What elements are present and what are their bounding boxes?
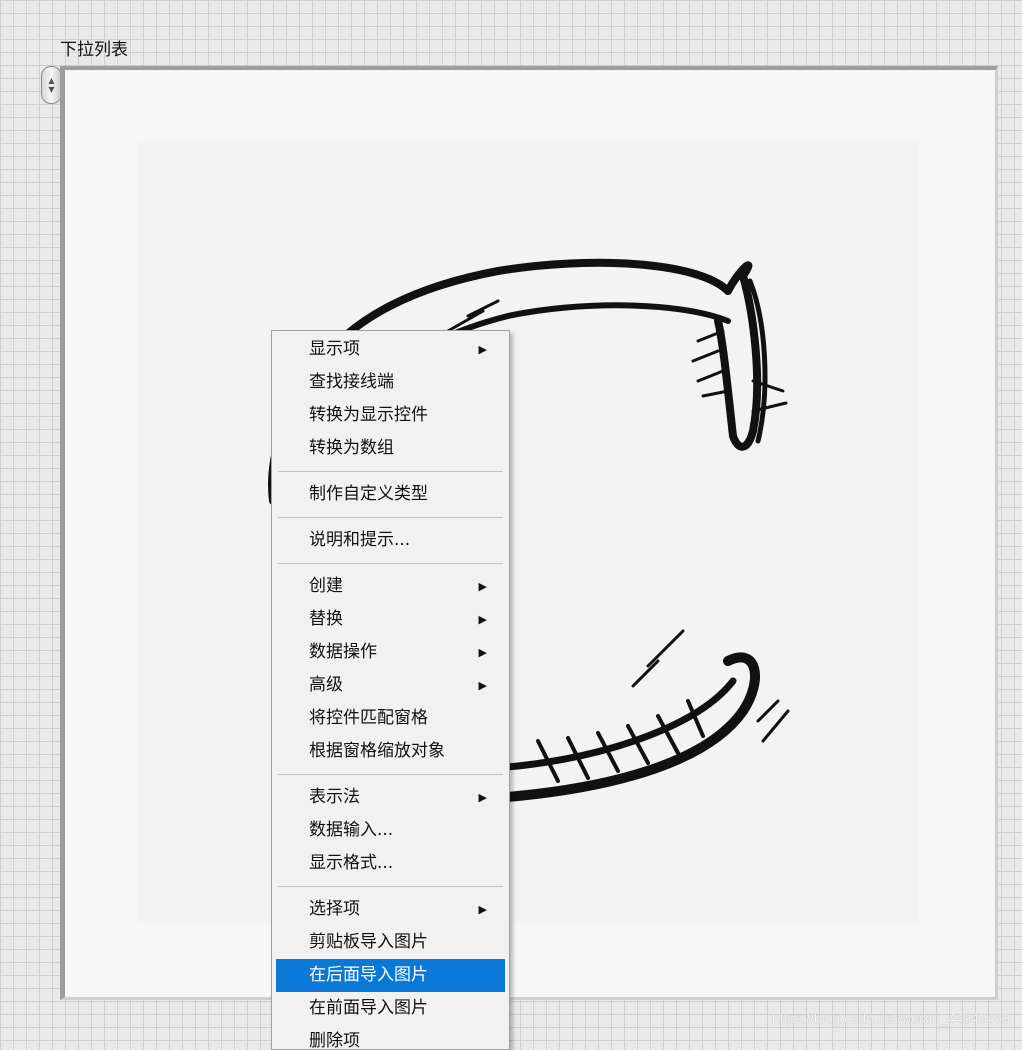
- menu-item[interactable]: 在前面导入图片: [276, 992, 505, 1025]
- menu-item-label: 数据操作: [309, 642, 377, 662]
- menu-item[interactable]: 将控件匹配窗格: [276, 702, 505, 735]
- menu-item-label: 在前面导入图片: [309, 998, 428, 1018]
- menu-item[interactable]: 表示法 ▶: [276, 781, 505, 814]
- menu-item[interactable]: 根据窗格缩放对象: [276, 735, 505, 768]
- submenu-arrow-icon: ▶: [478, 580, 487, 593]
- menu-separator: [278, 563, 503, 564]
- menu-separator: [278, 886, 503, 887]
- menu-item-label: 显示项: [309, 339, 360, 359]
- menu-item[interactable]: 选择项 ▶: [276, 893, 505, 926]
- menu-item[interactable]: 删除项: [276, 1025, 505, 1050]
- menu-item-label: 将控件匹配窗格: [309, 708, 428, 728]
- menu-item[interactable]: 数据操作 ▶: [276, 636, 505, 669]
- menu-item[interactable]: 说明和提示...: [276, 524, 505, 557]
- menu-item-label: 创建: [309, 576, 343, 596]
- menu-item-label: 删除项: [309, 1031, 360, 1050]
- menu-item-label: 制作自定义类型: [309, 484, 428, 504]
- menu-item[interactable]: 查找接线端: [276, 366, 505, 399]
- menu-item[interactable]: 显示项 ▶: [276, 333, 505, 366]
- menu-item-label: 表示法: [309, 787, 360, 807]
- menu-item[interactable]: 制作自定义类型: [276, 478, 505, 511]
- letter-c-image: [138, 141, 919, 923]
- menu-item-label: 显示格式...: [309, 853, 394, 873]
- menu-item[interactable]: 剪贴板导入图片: [276, 926, 505, 959]
- watermark-text: https://blog.csdn.net/weixin_44543463: [771, 1010, 1010, 1026]
- menu-item-label: 转换为数组: [309, 438, 394, 458]
- context-menu[interactable]: 显示项 ▶ 查找接线端 转换为显示控件 转换为数组 制作自定义类型 说明和提示... 创建 ▶ 替…: [271, 330, 510, 1050]
- control-label: 下拉列表: [60, 40, 128, 60]
- submenu-arrow-icon: ▶: [478, 791, 487, 804]
- menu-item-label: 替换: [309, 609, 343, 629]
- menu-item[interactable]: 创建 ▶: [276, 570, 505, 603]
- menu-item-label: 在后面导入图片: [309, 965, 428, 985]
- menu-item-label: 数据输入...: [309, 820, 394, 840]
- submenu-arrow-icon: ▶: [478, 903, 487, 916]
- submenu-arrow-icon: ▶: [478, 613, 487, 626]
- menu-item-label: 根据窗格缩放对象: [309, 741, 445, 761]
- menu-item-label: 选择项: [309, 899, 360, 919]
- menu-item[interactable]: 转换为显示控件: [276, 399, 505, 432]
- menu-item[interactable]: 在后面导入图片: [276, 959, 505, 992]
- submenu-arrow-icon: ▶: [478, 679, 487, 692]
- menu-item-label: 说明和提示...: [309, 530, 411, 550]
- menu-separator: [278, 471, 503, 472]
- menu-separator: [278, 517, 503, 518]
- letter-c-drawing: [268, 258, 790, 803]
- submenu-arrow-icon: ▶: [478, 343, 487, 356]
- menu-item-label: 转换为显示控件: [309, 405, 428, 425]
- menu-item[interactable]: 转换为数组: [276, 432, 505, 465]
- menu-item[interactable]: 高级 ▶: [276, 669, 505, 702]
- menu-item[interactable]: 显示格式...: [276, 847, 505, 880]
- menu-item[interactable]: 数据输入...: [276, 814, 505, 847]
- menu-separator: [278, 774, 503, 775]
- submenu-arrow-icon: ▶: [478, 646, 487, 659]
- ring-stepper-up-down-icon[interactable]: ▲ ▼: [41, 66, 62, 104]
- up-arrow-icon[interactable]: ▲: [48, 76, 54, 85]
- menu-item-label: 高级: [309, 675, 343, 695]
- down-arrow-icon[interactable]: ▼: [48, 85, 54, 94]
- menu-item[interactable]: 替换 ▶: [276, 603, 505, 636]
- menu-item-label: 查找接线端: [309, 372, 394, 392]
- menu-item-label: 剪贴板导入图片: [309, 932, 428, 952]
